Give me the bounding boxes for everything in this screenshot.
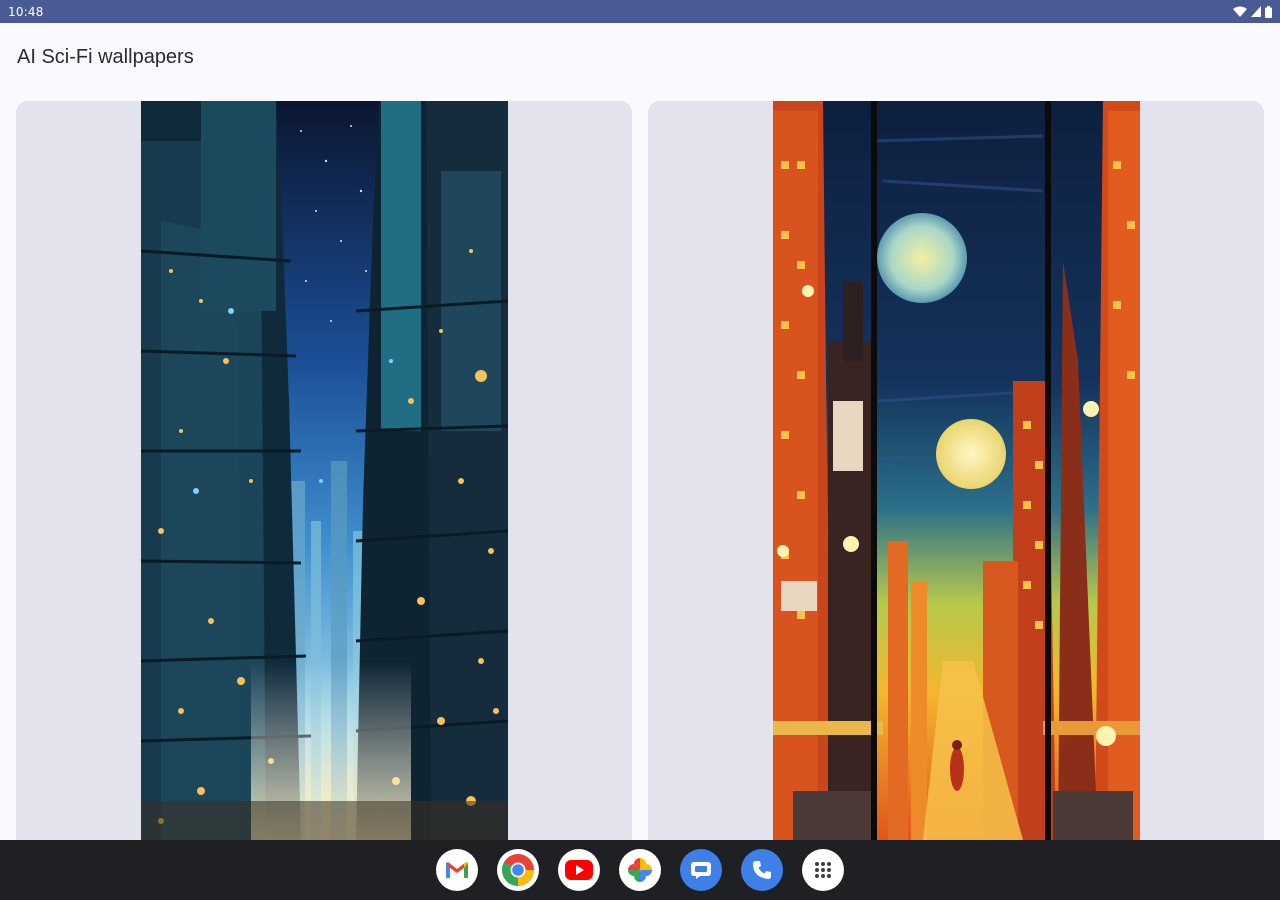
status-bar: 10:48 bbox=[0, 0, 1280, 23]
wallpaper-card[interactable] bbox=[648, 101, 1264, 840]
status-time: 10:48 bbox=[8, 4, 44, 19]
blue-neon-city-wallpaper[interactable] bbox=[141, 101, 508, 840]
taskbar bbox=[0, 840, 1280, 900]
battery-icon bbox=[1265, 5, 1272, 18]
signal-icon bbox=[1251, 6, 1261, 17]
wallpaper-grid bbox=[16, 101, 1264, 840]
gmail-icon[interactable] bbox=[436, 849, 478, 891]
app-header: AI Sci-Fi wallpapers bbox=[0, 23, 1280, 95]
status-icons bbox=[1233, 5, 1272, 18]
messages-icon[interactable] bbox=[680, 849, 722, 891]
phone-icon[interactable] bbox=[741, 849, 783, 891]
wallpaper-card[interactable] bbox=[16, 101, 632, 840]
chrome-icon[interactable] bbox=[497, 849, 539, 891]
photos-icon[interactable] bbox=[619, 849, 661, 891]
app-drawer-icon[interactable] bbox=[802, 849, 844, 891]
wifi-icon bbox=[1233, 6, 1247, 18]
youtube-icon[interactable] bbox=[558, 849, 600, 891]
page-title: AI Sci-Fi wallpapers bbox=[17, 46, 194, 68]
orange-moon-city-wallpaper[interactable] bbox=[773, 101, 1140, 840]
